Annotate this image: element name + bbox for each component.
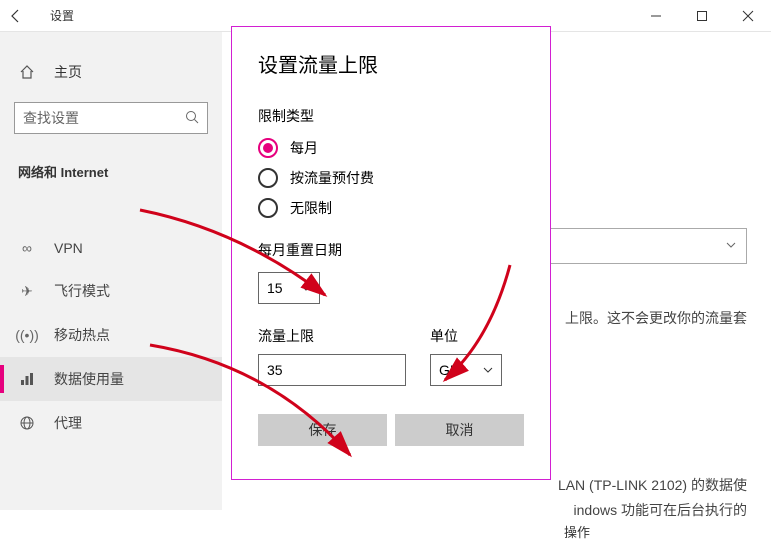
- section-label: 网络和 Internet: [0, 162, 222, 195]
- chevron-down-icon: [483, 362, 493, 378]
- save-button[interactable]: 保存: [258, 414, 387, 446]
- sidebar-item-label: 移动热点: [54, 325, 110, 345]
- minimize-button[interactable]: [633, 0, 679, 32]
- home-icon: [18, 63, 36, 81]
- search-icon: [185, 110, 199, 127]
- unit-select[interactable]: GB: [430, 354, 502, 386]
- back-button[interactable]: [0, 0, 32, 32]
- radio-label: 按流量预付费: [290, 168, 374, 188]
- proxy-icon: [18, 414, 36, 432]
- vpn-icon: ∞: [18, 239, 36, 257]
- unit-value: GB: [439, 362, 459, 378]
- cancel-button[interactable]: 取消: [395, 414, 524, 446]
- radio-prepaid[interactable]: 按流量预付费: [258, 168, 524, 188]
- radio-icon: [258, 198, 278, 218]
- sidebar-item-proxy[interactable]: 代理: [0, 401, 222, 445]
- sidebar-item-label: 数据使用量: [54, 369, 124, 389]
- limit-type-label: 限制类型: [258, 106, 524, 126]
- sidebar: 主页 查找设置 网络和 Internet ∞ VPN ✈ 飞行模式 ((•)) …: [0, 32, 222, 510]
- radio-unlimited[interactable]: 无限制: [258, 198, 524, 218]
- reset-date-select[interactable]: 15: [258, 272, 320, 304]
- search-input[interactable]: 查找设置: [14, 102, 208, 134]
- sidebar-item-data-usage[interactable]: 数据使用量: [0, 357, 222, 401]
- radio-label: 每月: [290, 138, 318, 158]
- close-button[interactable]: [725, 0, 771, 32]
- airplane-icon: ✈: [18, 282, 36, 300]
- data-limit-dialog: 设置流量上限 限制类型 每月 按流量预付费 无限制 每月重置日期 15 流量上限…: [231, 26, 551, 480]
- home-link[interactable]: 主页: [0, 56, 222, 102]
- window-title: 设置: [50, 7, 74, 24]
- data-usage-icon: [18, 370, 36, 388]
- operation-label: 操作: [564, 522, 590, 541]
- unit-label: 单位: [430, 326, 502, 346]
- search-placeholder: 查找设置: [23, 108, 79, 128]
- dialog-title: 设置流量上限: [258, 49, 524, 78]
- sidebar-item-airplane[interactable]: ✈ 飞行模式: [0, 269, 222, 313]
- radio-label: 无限制: [290, 198, 332, 218]
- hotspot-icon: ((•)): [18, 326, 36, 344]
- chevron-down-icon: [301, 280, 311, 296]
- background-text: indows 功能可在后台执行的: [574, 500, 747, 520]
- limit-label: 流量上限: [258, 326, 406, 346]
- reset-date-label: 每月重置日期: [258, 240, 524, 260]
- radio-icon: [258, 138, 278, 158]
- limit-input[interactable]: [258, 354, 406, 386]
- radio-monthly[interactable]: 每月: [258, 138, 524, 158]
- background-text: 上限。这不会更改你的流量套: [565, 308, 747, 328]
- sidebar-item-hotspot[interactable]: ((•)) 移动热点: [0, 313, 222, 357]
- reset-date-value: 15: [267, 280, 283, 296]
- radio-icon: [258, 168, 278, 188]
- sidebar-item-vpn[interactable]: ∞ VPN: [0, 227, 222, 269]
- sidebar-item-label: VPN: [54, 240, 83, 256]
- background-text: LAN (TP-LINK 2102) 的数据使: [558, 475, 747, 495]
- maximize-button[interactable]: [679, 0, 725, 32]
- home-label: 主页: [54, 62, 82, 82]
- sidebar-item-label: 代理: [54, 413, 82, 433]
- chevron-down-icon: [726, 237, 736, 255]
- sidebar-item-label: 飞行模式: [54, 281, 110, 301]
